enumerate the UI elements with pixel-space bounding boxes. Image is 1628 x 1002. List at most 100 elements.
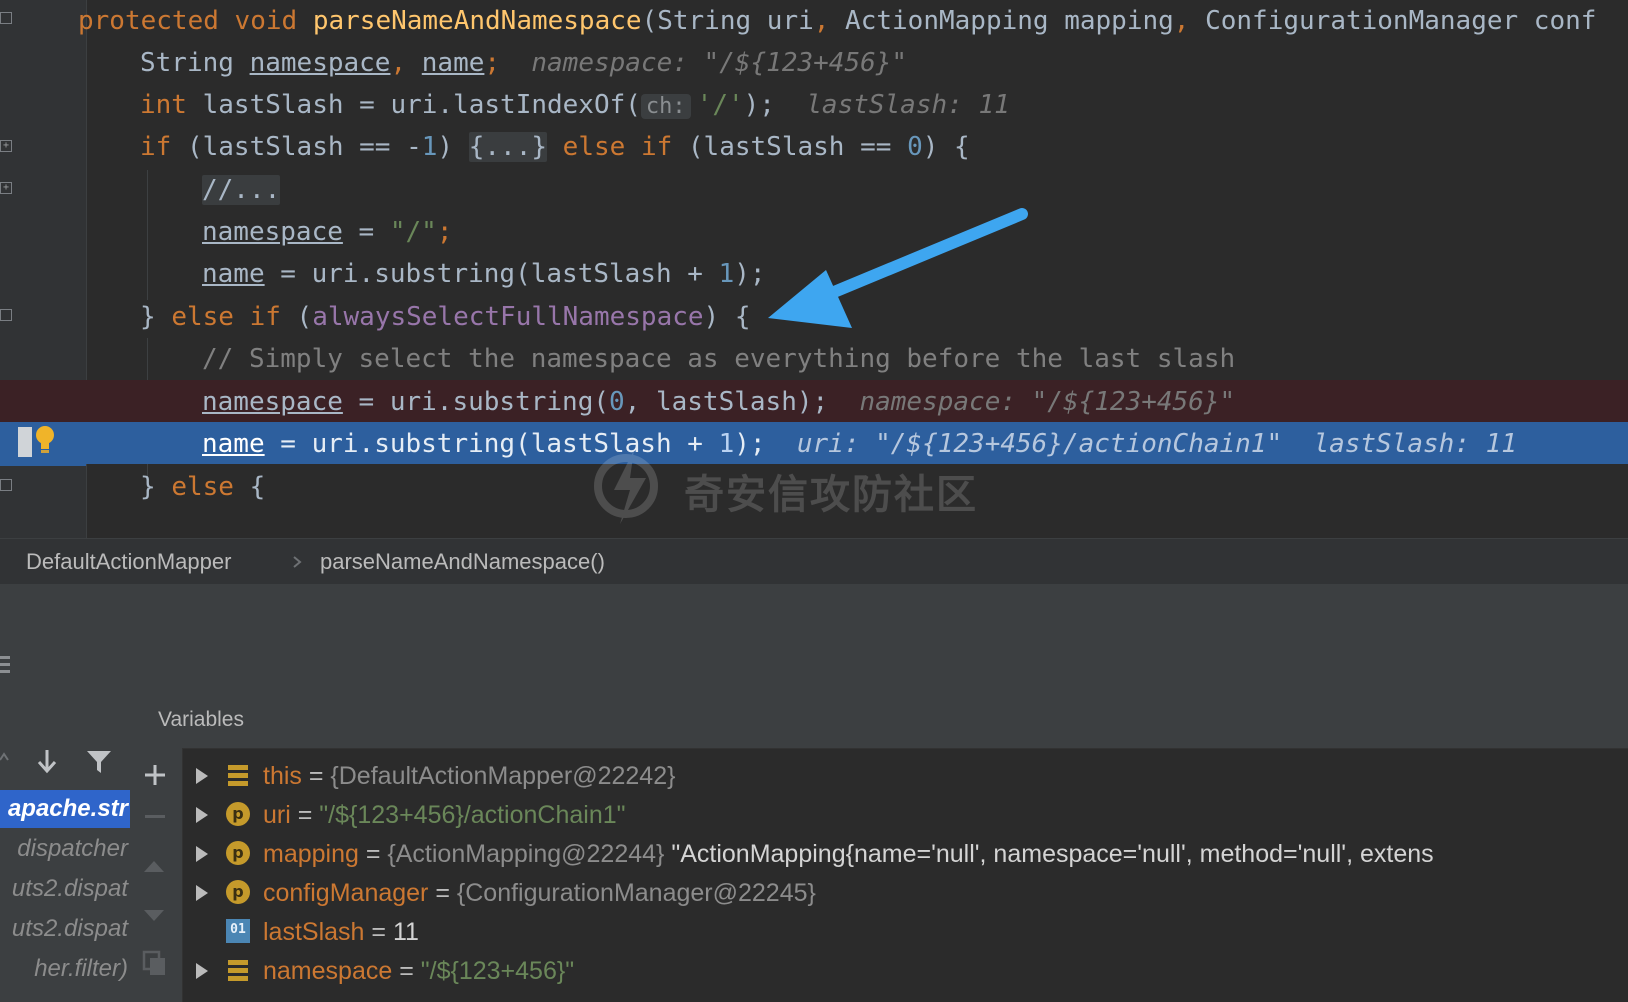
frames-panel: apache.str dispatcher uts2.dispat uts2.d…: [0, 692, 131, 1002]
frame-item[interactable]: her.filter): [0, 950, 130, 988]
variable-row[interactable]: 01 lastSlash = 11: [182, 912, 1628, 952]
code-line[interactable]: int lastSlash = uri.lastIndexOf(ch: '/');…: [0, 83, 1628, 127]
variable-name: this: [263, 762, 302, 790]
field-bars-icon: [228, 960, 248, 981]
code-comment: // Simply select the namespace as everyt…: [202, 344, 1236, 374]
punctuation: ;: [484, 48, 501, 78]
variable: name: [202, 259, 265, 289]
variable-name: uri: [263, 801, 291, 829]
code-line[interactable]: // Simply select the namespace as everyt…: [0, 337, 1628, 381]
menu-lines-icon[interactable]: [0, 654, 12, 674]
variable: name: [421, 48, 485, 78]
frame-item[interactable]: uts2.dispat: [0, 910, 130, 948]
variable-type: {DefaultActionMapper@22242}: [330, 762, 676, 790]
variable: namespace: [202, 387, 343, 417]
code-text: ConfigurationManager conf: [1189, 6, 1597, 36]
move-up-icon[interactable]: [142, 858, 166, 874]
string-literal: "/": [389, 217, 437, 247]
code-text: }: [140, 302, 172, 332]
variable-name: mapping: [263, 840, 359, 868]
code-text: ): [437, 132, 469, 162]
folded-comment[interactable]: //...: [202, 175, 281, 205]
code-text: , lastSlash);: [624, 387, 829, 417]
variable-row[interactable]: p configManager = {ConfigurationManager@…: [182, 873, 1628, 913]
variable-row[interactable]: namespace = "/${123+456}": [182, 951, 1628, 991]
frame-item-selected[interactable]: apache.str: [0, 790, 130, 828]
parameter-icon: p: [226, 880, 250, 904]
parameter-icon: p: [226, 802, 250, 826]
code-text: (: [280, 302, 313, 332]
frame-item[interactable]: dispatcher: [0, 830, 130, 868]
variable-type: {ActionMapping@22244}: [387, 840, 665, 868]
code-text: String: [140, 48, 250, 78]
code-line[interactable]: String namespace, name; namespace: "/${1…: [0, 41, 1628, 85]
number-literal: 1: [421, 132, 438, 162]
code-text: = uri.substring(lastSlash +: [264, 259, 719, 289]
keyword: int: [140, 90, 187, 120]
copy-icon[interactable]: [142, 950, 168, 976]
code-text: }: [140, 472, 172, 502]
frame-item[interactable]: uts2.dispat: [0, 870, 130, 908]
variable-row[interactable]: p uri = "/${123+456}/actionChain1": [182, 795, 1628, 835]
code-text: (String uri: [641, 6, 814, 36]
keyword: if: [140, 132, 172, 162]
primitive-icon: 01: [226, 919, 250, 943]
code-text: lastSlash = uri.lastIndexOf(: [186, 90, 641, 120]
code-editor[interactable]: + + protected void parseNameAndNamespace…: [0, 0, 1628, 538]
string-literal: '/': [696, 90, 744, 120]
keyword: else: [171, 472, 234, 502]
inline-debug-value: namespace: "/${123+456}": [859, 387, 1236, 417]
arrow-up-icon[interactable]: [0, 750, 10, 772]
code-text: ActionMapping mapping: [829, 6, 1174, 36]
variable: namespace: [249, 48, 391, 78]
variable-name: lastSlash: [263, 918, 365, 946]
keyword: else if: [562, 132, 673, 162]
parameter-hint: ch:: [640, 94, 691, 119]
punctuation: ,: [813, 6, 830, 36]
arrow-down-icon[interactable]: [36, 748, 58, 774]
expand-arrow-icon[interactable]: [194, 883, 210, 903]
number-literal: 1: [718, 259, 735, 289]
lightbulb-icon[interactable]: [34, 424, 56, 458]
parameter-icon: p: [226, 841, 250, 865]
breakpoint-code-line[interactable]: namespace = uri.substring(0, lastSlash);…: [0, 380, 1628, 424]
frames-toolbar: [0, 740, 130, 786]
code-text: =: [342, 217, 390, 247]
code-line[interactable]: if (lastSlash == -1) {...} else if (last…: [0, 125, 1628, 169]
field-bars-icon: [228, 765, 248, 786]
code-text: );: [743, 90, 775, 120]
method-name: parseNameAndNamespace: [312, 6, 642, 36]
execution-point-icon[interactable]: [18, 427, 32, 457]
inline-debug-value: lastSlash: 11: [1313, 429, 1517, 459]
expand-arrow-icon[interactable]: [194, 961, 210, 981]
variables-toolbar: [130, 748, 183, 1002]
move-down-icon[interactable]: [142, 908, 166, 924]
code-text: (lastSlash == -: [171, 132, 422, 162]
punctuation: ,: [390, 48, 407, 78]
breadcrumb: DefaultActionMapper parseNameAndNamespac…: [0, 538, 1628, 585]
inline-debug-value: namespace: "/${123+456}": [531, 48, 908, 78]
breadcrumb-method[interactable]: parseNameAndNamespace(): [320, 549, 605, 575]
folded-code-block[interactable]: {...}: [468, 132, 548, 162]
variable-row[interactable]: this = {DefaultActionMapper@22242}: [182, 756, 1628, 796]
code-line[interactable]: } else {: [0, 465, 1628, 509]
keyword: void: [234, 6, 298, 36]
add-watch-icon[interactable]: [143, 763, 167, 787]
number-literal: 1: [718, 429, 735, 459]
expand-arrow-icon[interactable]: [194, 844, 210, 864]
variable: name: [202, 429, 265, 459]
expand-arrow-icon[interactable]: [194, 766, 210, 786]
keyword: else if: [171, 302, 281, 332]
code-line[interactable]: protected void parseNameAndNamespace(Str…: [0, 0, 1628, 43]
ide-window: + + protected void parseNameAndNamespace…: [0, 0, 1628, 1002]
filter-icon[interactable]: [86, 750, 112, 774]
variable-row[interactable]: p mapping = {ActionMapping@22244} "Actio…: [182, 834, 1628, 874]
current-execution-line[interactable]: name = uri.substring(lastSlash + 1); uri…: [0, 422, 1628, 466]
expand-arrow-icon[interactable]: [194, 805, 210, 825]
code-text: {: [233, 472, 266, 502]
variables-header: Variables: [130, 692, 1628, 749]
remove-watch-icon[interactable]: [143, 814, 167, 820]
breadcrumb-class[interactable]: DefaultActionMapper: [26, 549, 231, 575]
gutter-segment: [0, 380, 86, 424]
variable-value: "/${123+456}": [420, 957, 575, 985]
